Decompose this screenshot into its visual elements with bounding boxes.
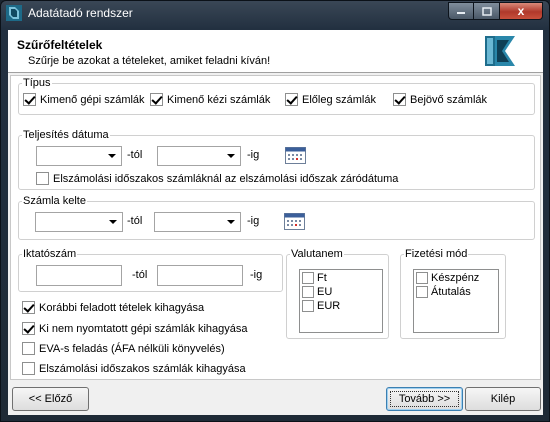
calendar-icon[interactable]: [285, 147, 306, 164]
to-suffix: -ig: [247, 215, 260, 227]
close-icon: x: [517, 4, 525, 18]
chevron-down-icon[interactable]: [223, 148, 239, 164]
currency-list[interactable]: Ft EU EUR: [299, 269, 383, 333]
exit-button[interactable]: Kilép: [465, 387, 541, 411]
page-subtitle: Szűrje be azokat a tételeket, amiket fel…: [28, 55, 271, 67]
checkbox-box[interactable]: [22, 301, 35, 314]
currency-group-label: Valutanem: [290, 247, 344, 261]
checkbox-label: Kimenő kézi számlák: [167, 93, 271, 106]
list-item[interactable]: Átutalás: [416, 285, 498, 298]
chevron-down-icon[interactable]: [223, 214, 239, 230]
checkbox-label: Előleg számlák: [302, 93, 376, 106]
minimize-button[interactable]: [448, 2, 474, 20]
type-group: Típus Kimenő gépi számlák Kimenő kézi sz…: [18, 76, 535, 115]
checkbox-box[interactable]: [22, 362, 35, 375]
list-item-label: EUR: [317, 299, 341, 312]
close-button[interactable]: x: [500, 2, 543, 20]
registry-number-label: Iktatószám: [22, 247, 78, 261]
checkbox-label: Ki nem nyomtatott gépi számlák kihagyása: [39, 322, 248, 335]
checkbox-box[interactable]: [23, 93, 36, 106]
checkbox-box[interactable]: [302, 285, 314, 298]
from-suffix: -tól: [127, 149, 143, 161]
app-logo-icon: [481, 32, 519, 70]
registry-number-to[interactable]: [157, 265, 243, 286]
next-button-label: Tovább >>: [398, 393, 451, 405]
checkbox-box[interactable]: [285, 93, 298, 106]
checkbox-label: Kimenő gépi számlák: [40, 93, 145, 106]
checkbox-box[interactable]: [22, 322, 35, 335]
invoice-date-from[interactable]: [35, 212, 123, 232]
completion-date-from[interactable]: [36, 146, 122, 166]
from-suffix: -tól: [127, 215, 143, 227]
closing-date-checkbox[interactable]: Elszámolási időszakos számláknál az elsz…: [36, 172, 398, 185]
registry-number-from[interactable]: [36, 265, 122, 286]
option-skip-periodic[interactable]: Elszámolási időszakos számlák kihagyása: [22, 362, 246, 375]
invoice-date-to[interactable]: [154, 212, 241, 232]
checkbox-box[interactable]: [302, 271, 314, 284]
list-item-label: Készpénz: [431, 271, 480, 284]
type-group-label: Típus: [22, 76, 52, 90]
checkbox-label: EVA-s feladás (ÁFA nélküli könyvelés): [39, 342, 225, 355]
previous-button[interactable]: << Előző: [12, 387, 89, 411]
checkbox-label: Elszámolási időszakos számlák kihagyása: [39, 362, 246, 375]
checkbox-box[interactable]: [416, 271, 428, 284]
registry-number-group: Iktatószám -tól -ig: [18, 247, 283, 292]
window-title: Adatátadó rendszer: [28, 6, 133, 20]
completion-date-label: Teljesítés dátuma: [22, 128, 110, 142]
checkbox-label: Elszámolási időszakos számláknál az elsz…: [53, 172, 399, 185]
checkbox-kimeno-kezi[interactable]: Kimenő kézi számlák: [150, 93, 270, 106]
app-window: Adatátadó rendszer x Szűrőfeltételek Szű…: [0, 0, 550, 422]
maximize-icon: [481, 6, 492, 16]
page-title: Szűrőfeltételek: [17, 38, 103, 52]
calendar-icon[interactable]: [284, 213, 305, 230]
invoice-date-group: Számla kelte -tól -ig: [18, 194, 535, 240]
maximize-button[interactable]: [474, 2, 500, 20]
list-item[interactable]: Ft: [302, 271, 382, 284]
list-item[interactable]: Készpénz: [416, 271, 498, 284]
option-skip-unprinted[interactable]: Ki nem nyomtatott gépi számlák kihagyása: [22, 322, 248, 335]
chevron-down-icon[interactable]: [105, 214, 121, 230]
minimize-icon: [457, 12, 465, 14]
checkbox-box[interactable]: [393, 93, 406, 106]
list-item[interactable]: EU: [302, 285, 382, 298]
list-item[interactable]: EUR: [302, 299, 382, 312]
checkbox-label: Korábbi feladott tételek kihagyása: [39, 301, 205, 314]
payment-method-label: Fizetési mód: [404, 247, 469, 261]
option-skip-previous[interactable]: Korábbi feladott tételek kihagyása: [22, 301, 204, 314]
currency-group: Valutanem Ft EU EUR: [286, 247, 389, 339]
dialog-body: Szűrőfeltételek Szűrje be azokat a tétel…: [8, 30, 543, 415]
completion-date-group: Teljesítés dátuma -tól -ig Elszámolási i…: [18, 128, 535, 190]
checkbox-box[interactable]: [36, 172, 49, 185]
option-eva[interactable]: EVA-s feladás (ÁFA nélküli könyvelés): [22, 342, 225, 355]
checkbox-eloleg[interactable]: Előleg számlák: [285, 93, 376, 106]
checkbox-kimeno-gepi[interactable]: Kimenő gépi számlák: [23, 93, 145, 106]
next-button[interactable]: Tovább >>: [386, 387, 463, 411]
chevron-down-icon[interactable]: [104, 148, 120, 164]
to-suffix: -ig: [250, 269, 263, 281]
previous-button-label: << Előző: [28, 393, 73, 405]
filter-panel: Típus Kimenő gépi számlák Kimenő kézi sz…: [10, 75, 541, 380]
payment-method-list[interactable]: Készpénz Átutalás: [413, 269, 499, 333]
to-suffix: -ig: [247, 149, 260, 161]
from-suffix: -tól: [132, 269, 148, 281]
checkbox-box[interactable]: [150, 93, 163, 106]
checkbox-label: Bejövő számlák: [410, 93, 488, 106]
payment-method-group: Fizetési mód Készpénz Átutalás: [400, 247, 506, 339]
list-item-label: EU: [317, 285, 333, 298]
list-item-label: Átutalás: [431, 285, 471, 298]
wizard-header: Szűrőfeltételek Szűrje be azokat a tétel…: [8, 30, 543, 73]
checkbox-box[interactable]: [416, 285, 428, 298]
checkbox-box[interactable]: [22, 342, 35, 355]
exit-button-label: Kilép: [490, 393, 516, 405]
checkbox-box[interactable]: [302, 299, 314, 312]
completion-date-to[interactable]: [157, 146, 241, 166]
invoice-date-label: Számla kelte: [22, 194, 87, 208]
app-icon: [6, 5, 22, 21]
title-bar[interactable]: Adatátadó rendszer x: [1, 1, 549, 25]
list-item-label: Ft: [317, 271, 327, 284]
checkbox-bejovo[interactable]: Bejövő számlák: [393, 93, 487, 106]
